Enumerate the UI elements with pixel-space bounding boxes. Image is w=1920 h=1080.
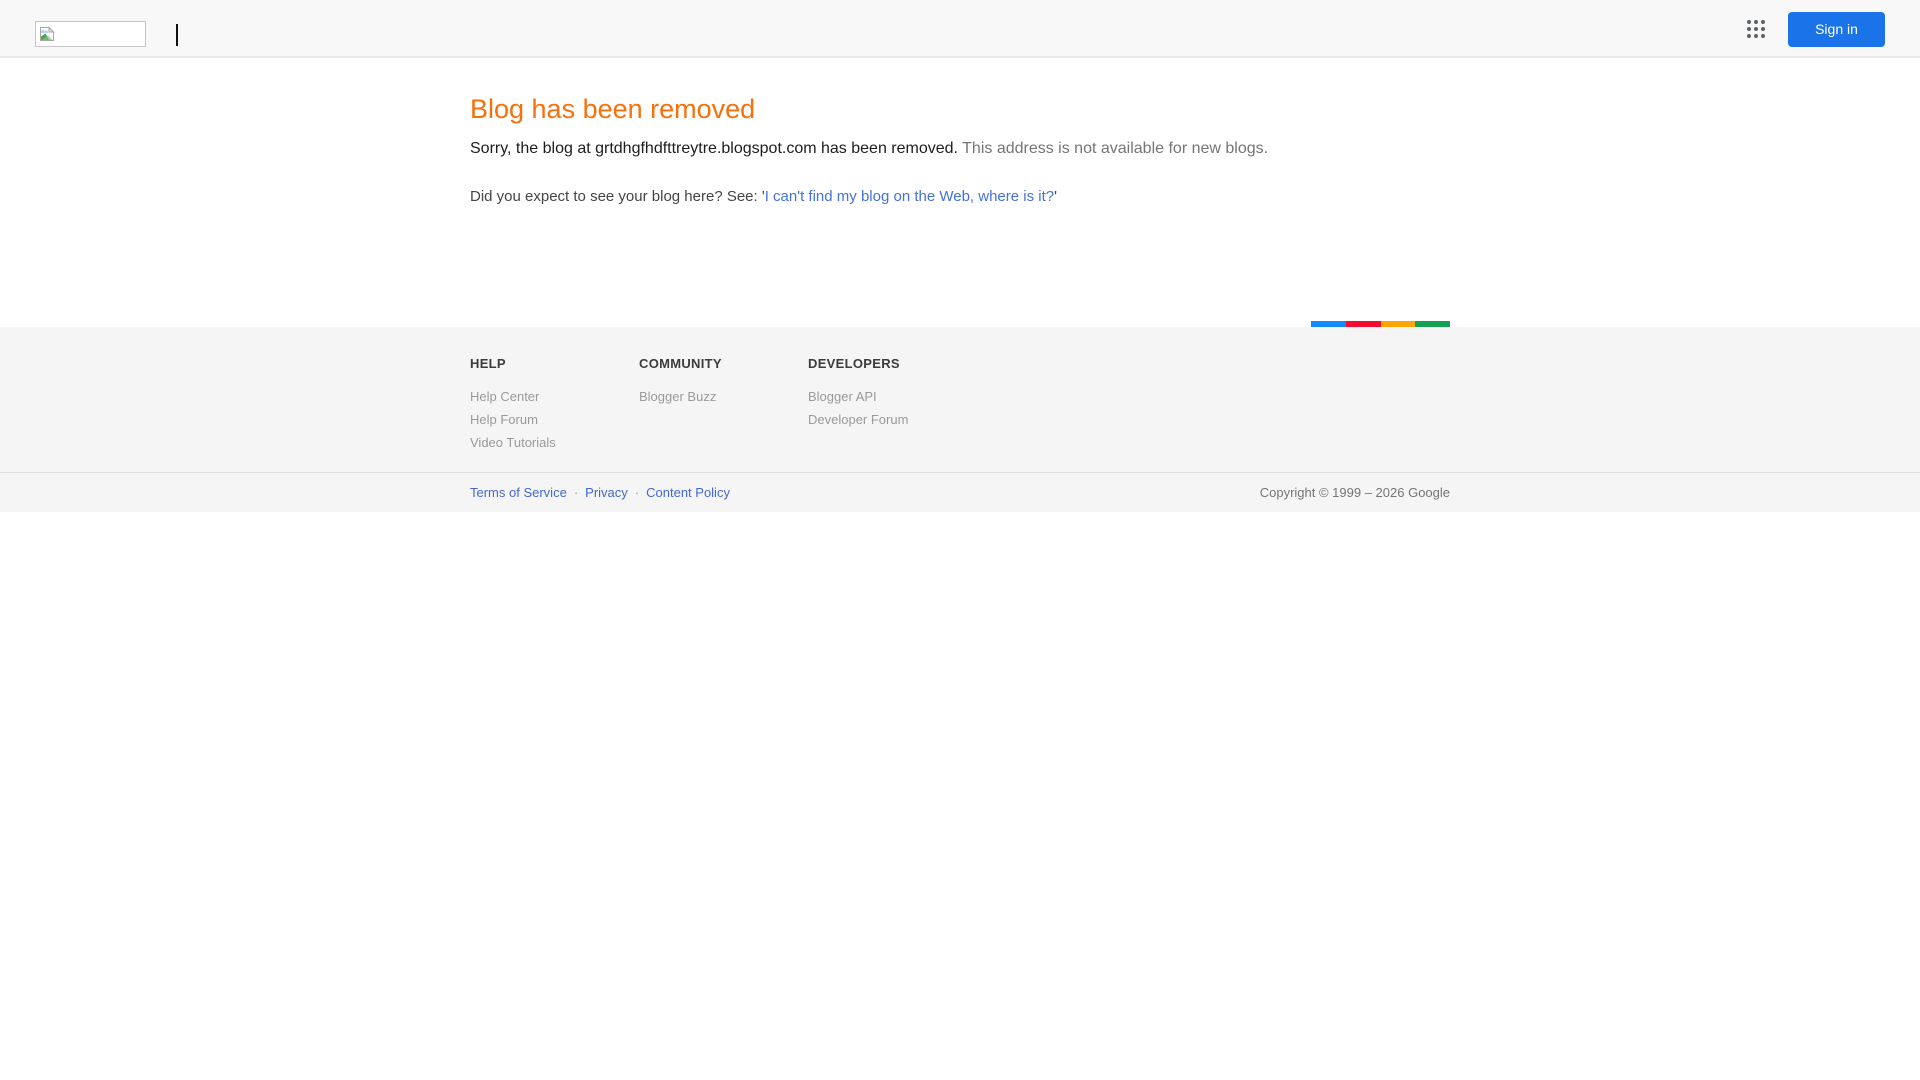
list-item: Blogger API: [808, 385, 977, 408]
dot-separator: ·: [635, 485, 639, 500]
footer-column-heading: COMMUNITY: [639, 357, 808, 371]
footer-column-community: COMMUNITY Blogger Buzz: [639, 357, 808, 454]
footer-link-blogger-buzz[interactable]: Blogger Buzz: [639, 389, 716, 404]
footer-link-help-forum[interactable]: Help Forum: [470, 412, 538, 427]
footer-column-help: HELP Help Center Help Forum Video Tutori…: [470, 357, 639, 454]
broken-image-icon: [39, 26, 55, 42]
content-policy-link[interactable]: Content Policy: [646, 485, 730, 500]
list-item: Developer Forum: [808, 408, 977, 431]
footer-legal-bar: Terms of Service·Privacy·Content Policy …: [0, 472, 1920, 512]
privacy-link[interactable]: Privacy: [585, 485, 628, 500]
rainbow-bar: [1311, 321, 1450, 327]
list-item: Help Forum: [470, 408, 639, 431]
list-item: Blogger Buzz: [639, 385, 808, 408]
footer-link-blogger-api[interactable]: Blogger API: [808, 389, 877, 404]
header: Sign in: [0, 0, 1920, 58]
sign-in-button[interactable]: Sign in: [1788, 12, 1885, 47]
footer-column-heading: HELP: [470, 357, 639, 371]
list-item: Help Center: [470, 385, 639, 408]
text-cursor: [176, 24, 178, 46]
rainbow-segment-blue: [1311, 321, 1346, 327]
main-content: Blog has been removed Sorry, the blog at…: [0, 58, 1920, 327]
footer-link-video-tutorials[interactable]: Video Tutorials: [470, 435, 556, 450]
footer-link-developer-forum[interactable]: Developer Forum: [808, 412, 908, 427]
google-apps-icon[interactable]: [1747, 20, 1766, 39]
copyright-text: Copyright © 1999 – 2026 Google: [1260, 485, 1450, 500]
rainbow-segment-orange: [1381, 321, 1416, 327]
legal-links: Terms of Service · Privacy · Content Policy: [470, 485, 730, 500]
page-title: Blog has been removed: [470, 94, 1450, 124]
help-question-prefix: Did you expect to see your blog here? Se…: [470, 188, 765, 205]
removal-message-secondary: This address is not available for new bl…: [962, 140, 1268, 157]
header-actions: Sign in: [1747, 0, 1885, 58]
terms-of-service-link[interactable]: Terms of Service: [470, 485, 567, 500]
footer-column-developers: DEVELOPERS Blogger API Developer Forum: [808, 357, 977, 454]
list-item: Video Tutorials: [470, 431, 639, 454]
dot-separator: ·: [574, 485, 578, 500]
removal-message-primary: Sorry, the blog at grtdhgfhdfttreytre.bl…: [470, 140, 958, 157]
help-question-suffix: ': [1054, 188, 1057, 205]
rainbow-segment-green: [1415, 321, 1450, 327]
removal-message: Sorry, the blog at grtdhgfhdfttreytre.bl…: [470, 138, 1450, 159]
cant-find-blog-link[interactable]: I can't find my blog on the Web, where i…: [765, 188, 1054, 205]
blogger-logo-link[interactable]: [35, 21, 146, 47]
rainbow-segment-red: [1346, 321, 1381, 327]
footer-column-heading: DEVELOPERS: [808, 357, 977, 371]
help-question: Did you expect to see your blog here? Se…: [470, 187, 1450, 207]
footer: HELP Help Center Help Forum Video Tutori…: [0, 327, 1920, 472]
footer-link-help-center[interactable]: Help Center: [470, 389, 539, 404]
